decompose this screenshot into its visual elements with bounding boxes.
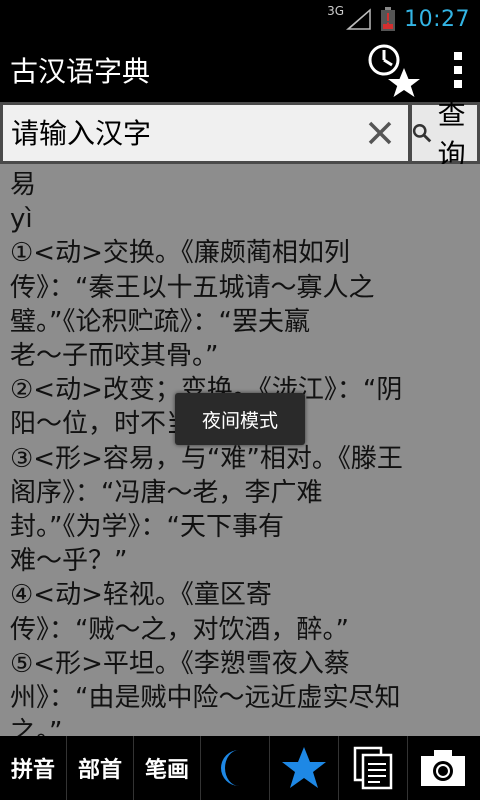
night-mode-toast: 夜间模式 (175, 393, 305, 445)
menu-dot-icon (454, 66, 462, 74)
menu-dot-icon (454, 52, 462, 60)
favorites-button[interactable] (270, 736, 339, 800)
clock: 10:27 (404, 6, 470, 32)
query-label: 查询 (437, 98, 466, 171)
close-icon (368, 121, 392, 145)
camera-icon (420, 750, 465, 786)
night-mode-button[interactable] (201, 736, 270, 800)
definition-line: 封。”《为学》：“天下事有 (10, 512, 284, 543)
definition-line: ③<形>容易，与“难”相对。《滕王 (10, 443, 403, 474)
moon-icon (221, 750, 239, 786)
copy-button[interactable] (339, 736, 408, 800)
definition-line: 老～子而咬其骨。” (10, 341, 219, 372)
star-icon (282, 747, 326, 788)
definition-line: ①<动>交换。《廉颇蔺相如列 (10, 238, 350, 269)
history-favorites-button[interactable] (366, 38, 426, 102)
definition-line: 璧。”《论积贮疏》：“罢夫羸 (10, 306, 310, 337)
clear-button[interactable] (360, 113, 400, 153)
stroke-search-button[interactable]: 笔画 (134, 736, 201, 800)
definition-line: 之。” (10, 717, 63, 736)
search-icon (412, 124, 432, 143)
query-button[interactable]: 查询 (412, 98, 477, 171)
definition-line: 州》：“由是贼中险～远近虚实尽知 (10, 683, 401, 714)
definition-line: ④<动>轻视。《童区寄 (10, 580, 272, 611)
definition-line: 传》：“贼～之，对饮酒，醉。” (10, 614, 349, 645)
entry-character: 易 (10, 170, 37, 200)
definition-content[interactable]: 易 yì ①<动>交换。《廉颇蔺相如列 传》：“秦王以十五城请～寡人之 璧。”《… (0, 164, 480, 736)
search-row: 查询 (0, 98, 480, 171)
search-box (3, 105, 408, 161)
radical-search-button[interactable]: 部首 (67, 736, 134, 800)
copy-icon (353, 746, 393, 790)
menu-dot-icon (454, 80, 462, 88)
camera-button[interactable] (408, 736, 477, 800)
network-type: 3G (327, 4, 345, 18)
entry-pinyin: yì (10, 204, 33, 235)
bottom-toolbar: 拼音 部首 笔画 (0, 736, 480, 800)
app-title: 古汉语字典 (10, 55, 151, 88)
definition-line: 难～乎？” (10, 546, 128, 577)
definition-line: 传》：“秦王以十五城请～寡人之 (10, 272, 375, 303)
status-bar: 3G 10:27 (0, 0, 480, 38)
signal-icon (346, 8, 371, 30)
action-bar: 古汉语字典 (0, 38, 480, 102)
pinyin-search-button[interactable]: 拼音 (0, 736, 67, 800)
search-input[interactable] (11, 116, 360, 150)
definition-line: ⑤<形>平坦。《李愬雪夜入蔡 (10, 648, 350, 679)
clock-star-icon (368, 44, 420, 97)
battery-icon (381, 7, 396, 31)
definition-line: 阁序》：“冯唐～老，李广难 (10, 477, 323, 508)
